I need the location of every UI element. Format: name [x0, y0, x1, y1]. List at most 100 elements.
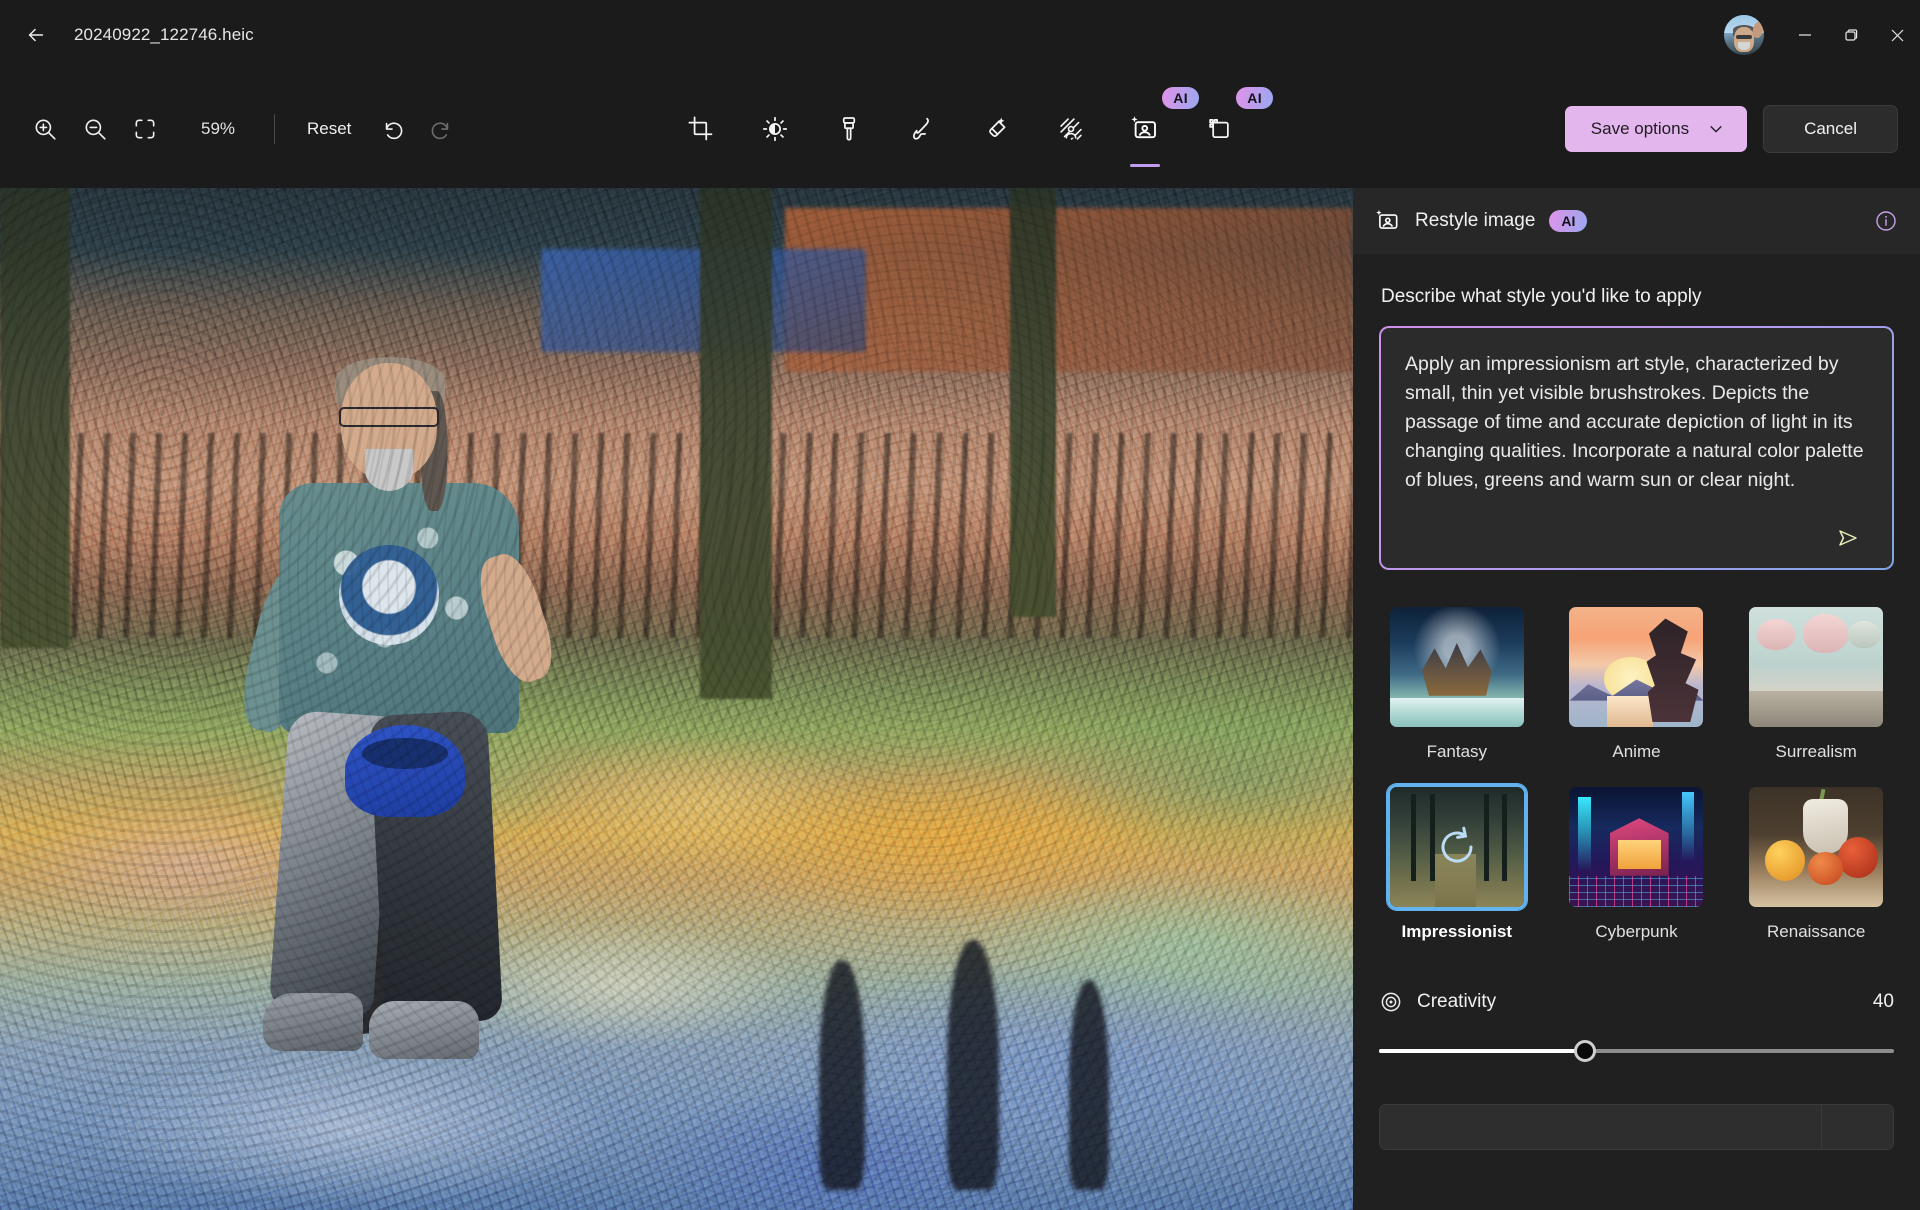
close-icon	[1891, 29, 1903, 41]
paintbrush-icon	[842, 117, 856, 141]
erase-tool[interactable]	[973, 105, 1021, 153]
fit-to-screen-icon	[135, 119, 155, 139]
send-icon	[1839, 530, 1857, 546]
toolbar-actions: Save options Cancel	[1564, 105, 1898, 153]
send-prompt-button[interactable]	[1828, 520, 1868, 556]
style-thumbnail	[1387, 604, 1527, 730]
target-icon	[1381, 992, 1401, 1012]
ai-badge: AI	[1162, 87, 1199, 109]
image-canvas[interactable]	[0, 188, 1353, 1210]
style-card-impressionist[interactable]: Impressionist	[1379, 784, 1535, 942]
crop-icon	[688, 116, 713, 141]
style-thumbnail	[1566, 604, 1706, 730]
style-label: Fantasy	[1426, 742, 1488, 761]
save-options-button[interactable]: Save options	[1564, 106, 1748, 152]
zoom-out-icon	[85, 119, 106, 140]
painted-tree	[700, 188, 772, 699]
tool-group: AI AI	[677, 70, 1273, 188]
generative-erase-icon	[1209, 119, 1229, 139]
crop-tool[interactable]	[677, 105, 725, 153]
blue-helmet	[345, 725, 465, 817]
restyle-image-icon	[1376, 209, 1398, 229]
cancel-button[interactable]: Cancel	[1763, 105, 1898, 153]
redo-icon	[432, 122, 449, 140]
editor-toolbar: 59% Reset AI AI Save options Cancel	[0, 70, 1920, 188]
photos-editor-window: 20240922_122746.heic 59% Reset AI AI Sav…	[0, 0, 1920, 1210]
style-presets: Fantasy Anime Surrealism Impressionist C…	[1379, 604, 1894, 942]
title-bar: 20240922_122746.heic	[0, 0, 1920, 70]
panel-header: Restyle image AI	[1353, 188, 1920, 254]
back-button[interactable]	[14, 13, 58, 57]
chevron-down-icon	[1710, 126, 1722, 133]
prompt-text[interactable]: Apply an impressionism art style, charac…	[1405, 350, 1868, 495]
style-label: Renaissance	[1767, 922, 1866, 941]
fit-to-screen-button[interactable]	[122, 106, 168, 152]
create-options-button[interactable]	[1821, 1105, 1893, 1149]
style-card-cyberpunk[interactable]: Cyberpunk	[1559, 784, 1715, 942]
regenerate-overlay[interactable]	[1390, 787, 1524, 907]
style-label: Anime	[1612, 742, 1661, 761]
restyle-panel: Restyle image AI Describe what style you…	[1353, 188, 1920, 1210]
pen-icon	[913, 117, 929, 140]
magic-eraser-icon	[989, 117, 1006, 137]
window-title: 20240922_122746.heic	[74, 25, 254, 44]
zoom-in-button[interactable]	[22, 106, 68, 152]
redo-button[interactable]	[419, 106, 465, 152]
slider-thumb[interactable]	[1574, 1040, 1596, 1062]
ai-badge: AI	[1236, 87, 1273, 109]
style-thumbnail	[1566, 784, 1706, 910]
close-button[interactable]	[1874, 0, 1920, 70]
markup-tool[interactable]	[899, 105, 947, 153]
style-label: Cyberpunk	[1595, 922, 1678, 941]
zoom-level: 59%	[200, 119, 236, 138]
background-blur-icon	[1060, 118, 1082, 140]
painted-silhouette	[947, 939, 1000, 1190]
undo-icon	[386, 122, 403, 140]
adjustment-tool[interactable]	[751, 105, 799, 153]
filters-tool[interactable]	[825, 105, 873, 153]
ai-badge: AI	[1549, 210, 1588, 232]
creativity-row: Creativity 40	[1379, 990, 1894, 1014]
generative-erase-tool[interactable]: AI	[1195, 87, 1273, 153]
painted-fence	[0, 433, 1353, 638]
restyle-image-icon	[1131, 116, 1156, 139]
style-card-surrealism[interactable]: Surrealism	[1738, 604, 1894, 762]
creativity-slider[interactable]	[1379, 1038, 1894, 1064]
glasses	[339, 407, 439, 427]
reset-button[interactable]: Reset	[293, 110, 365, 148]
brightness-icon	[762, 116, 788, 142]
style-card-renaissance[interactable]: Renaissance	[1738, 784, 1894, 942]
style-label: Surrealism	[1775, 742, 1857, 761]
refresh-icon	[1441, 826, 1473, 863]
minimize-button[interactable]	[1782, 0, 1828, 70]
style-thumbnail	[1386, 784, 1527, 910]
painted-roof	[784, 208, 1353, 372]
shirt-logo	[339, 545, 439, 645]
background-tool[interactable]	[1047, 105, 1095, 153]
style-thumbnail	[1746, 604, 1886, 730]
style-card-anime[interactable]: Anime	[1559, 604, 1715, 762]
panel-title: Restyle image	[1415, 210, 1536, 231]
undo-button[interactable]	[369, 106, 415, 152]
style-card-fantasy[interactable]: Fantasy	[1379, 604, 1535, 762]
restyled-image	[0, 188, 1353, 1210]
window-controls	[1724, 0, 1920, 70]
maximize-button[interactable]	[1828, 0, 1874, 70]
creativity-value: 40	[1872, 991, 1894, 1012]
info-button[interactable]	[1874, 209, 1898, 233]
zoom-out-button[interactable]	[72, 106, 118, 152]
painted-blue-wall	[541, 249, 866, 352]
painted-tree	[1010, 188, 1056, 618]
person-subject	[233, 357, 565, 1113]
create-button[interactable]	[1380, 1105, 1821, 1149]
panel-content: Describe what style you'd like to apply …	[1353, 254, 1920, 1210]
painted-tree	[0, 188, 70, 648]
prompt-field[interactable]: Apply an impressionism art style, charac…	[1379, 326, 1894, 570]
restyle-image-tool[interactable]: AI	[1121, 87, 1199, 167]
info-icon	[1876, 211, 1896, 231]
creativity-label: Creativity	[1417, 991, 1497, 1012]
create-split-button[interactable]	[1379, 1104, 1894, 1150]
avatar[interactable]	[1724, 15, 1764, 55]
toolbar-divider	[274, 114, 275, 144]
maximize-icon	[1845, 29, 1858, 41]
